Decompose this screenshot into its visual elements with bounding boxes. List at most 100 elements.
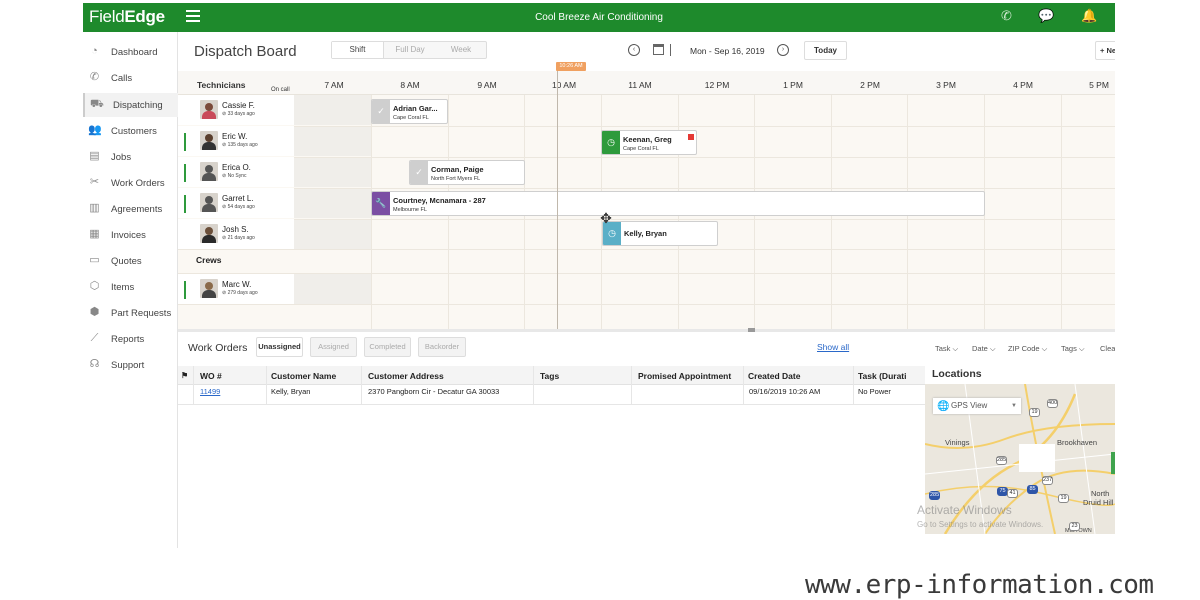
chat-icon[interactable]: 💬: [1038, 8, 1054, 24]
cell-task: No Power: [858, 387, 891, 396]
last-sync: ⊘ No Sync: [222, 173, 247, 179]
next-day-icon[interactable]: ›: [777, 44, 789, 56]
highway-shield: 85: [1027, 485, 1038, 494]
job-card-courtney[interactable]: 🔧 Courtney, Mcnamara - 287 Melbourne FL: [371, 191, 985, 216]
highway-shield: 41: [1007, 489, 1018, 498]
today-button[interactable]: Today: [804, 41, 847, 60]
job-location: Cape Coral FL: [393, 115, 429, 121]
technician-garret[interactable]: Garret L. ⊘ 54 days ago: [178, 188, 294, 218]
sidebar-item-quotes[interactable]: ▭ Quotes: [83, 249, 178, 273]
show-all-link[interactable]: Show all: [817, 342, 849, 352]
tab-assigned[interactable]: Assigned: [310, 337, 357, 357]
technician-eric[interactable]: Eric W. ⊘ 135 days ago: [178, 126, 294, 156]
filter-zip[interactable]: ZIP Code ⌵: [1008, 344, 1047, 354]
column-header[interactable]: Customer Address: [368, 371, 444, 381]
technicians-header: Technicians: [197, 80, 246, 90]
column-header[interactable]: Task (Durati: [858, 371, 907, 381]
column-header[interactable]: Customer Name: [271, 371, 336, 381]
avatar: [200, 193, 218, 212]
splitter-handle[interactable]: [748, 328, 755, 332]
filter-date[interactable]: Date ⌵: [972, 344, 996, 354]
bell-icon[interactable]: 🔔: [1081, 8, 1097, 24]
clear-filters[interactable]: Clea: [1100, 344, 1115, 353]
sidebar-item-agreements[interactable]: ▥ Agreements: [83, 197, 178, 221]
sidebar-item-support[interactable]: ☊ Support: [83, 353, 178, 377]
filter-tags[interactable]: Tags ⌵: [1061, 344, 1085, 354]
cell-customer-name: Kelly, Bryan: [271, 387, 311, 396]
view-toggle: Shift Full Day Week: [331, 41, 487, 59]
phone-icon[interactable]: ✆: [1001, 8, 1012, 24]
gps-view-dropdown[interactable]: 🌐 GPS View ▼: [933, 398, 1021, 414]
time-label: 4 PM: [1013, 80, 1033, 90]
column-divider: [193, 366, 194, 404]
job-card-adrian[interactable]: ✓ Adrian Gar... Cape Coral FL: [371, 99, 448, 124]
sidebar-item-customers[interactable]: 👥 Customers: [83, 119, 178, 143]
new-button[interactable]: + Ne: [1095, 41, 1115, 60]
job-card-kelly[interactable]: ◷ Kelly, Bryan: [602, 221, 718, 246]
grid-line: [178, 219, 1115, 220]
flag-icon: ⚑: [181, 371, 189, 380]
unavailable-block: [294, 126, 371, 156]
sidebar-item-jobs[interactable]: ▤ Jobs: [83, 145, 178, 169]
on-call-indicator: [184, 281, 186, 299]
column-header[interactable]: Tags: [540, 371, 559, 381]
technician-name: Cassie F.: [222, 101, 255, 110]
column-header[interactable]: Promised Appointment: [638, 371, 731, 381]
column-header[interactable]: Created Date: [748, 371, 800, 381]
on-call-indicator: [184, 133, 186, 151]
view-shift-button[interactable]: Shift: [332, 42, 384, 58]
grid-line: [178, 249, 1115, 250]
job-name: Keenan, Greg: [623, 135, 672, 144]
technician-erica[interactable]: Erica O. ⊘ No Sync: [178, 157, 294, 187]
calendar-icon[interactable]: [653, 44, 664, 55]
wo-number-link[interactable]: 11499: [200, 387, 220, 396]
sidebar-item-dispatching[interactable]: ⛟ Dispatching: [83, 93, 178, 117]
technician-cassie[interactable]: Cassie F. ⊘ 33 days ago: [178, 95, 294, 125]
sidebar-item-work-orders[interactable]: ✂ Work Orders: [83, 171, 178, 195]
technician-josh[interactable]: Josh S. ⊘ 21 days ago: [178, 219, 294, 249]
highway-shield: 19: [1029, 408, 1040, 417]
grid-line: [1061, 95, 1062, 329]
crew-marc[interactable]: Marc W. ⊘ 279 days ago: [178, 274, 294, 304]
last-sync: ⊘ 279 days ago: [222, 290, 258, 296]
quote-icon: ▭: [89, 254, 100, 266]
filter-task[interactable]: Task ⌵: [935, 344, 958, 354]
phone-icon: ✆: [89, 71, 100, 83]
column-divider: [533, 366, 534, 404]
previous-day-icon[interactable]: ‹: [628, 44, 640, 56]
technician-name: Josh S.: [222, 225, 249, 234]
job-card-corman[interactable]: ✓ Corman, Paige North Fort Myers FL: [409, 160, 525, 185]
move-cursor-icon: ✥: [600, 210, 612, 226]
check-icon: ✓: [372, 100, 390, 123]
job-name: Courtney, Mcnamara - 287: [393, 196, 486, 205]
sidebar-item-items[interactable]: ⬡ Items: [83, 275, 178, 299]
time-label: 1 PM: [783, 80, 803, 90]
time-label: 3 PM: [936, 80, 956, 90]
header-divider: [670, 44, 671, 56]
time-header: Technicians On call 7 AM 8 AM 9 AM 10 AM…: [178, 71, 1115, 95]
highway-shield: 285: [996, 456, 1007, 465]
tab-backorder[interactable]: Backorder: [418, 337, 466, 357]
locations-title: Locations: [932, 368, 982, 380]
highway-shield: 285: [929, 491, 940, 500]
tab-unassigned[interactable]: Unassigned: [256, 337, 303, 357]
column-divider: [266, 366, 267, 404]
sidebar-item-calls[interactable]: ✆ Calls: [83, 66, 178, 90]
tab-completed[interactable]: Completed: [364, 337, 411, 357]
column-header[interactable]: WO #: [200, 371, 222, 381]
panel-splitter[interactable]: [178, 329, 1115, 332]
job-location: Melbourne FL: [393, 207, 427, 213]
job-card-keenan[interactable]: ◷ Keenan, Greg Cape Coral FL: [601, 130, 697, 155]
view-full-day-button[interactable]: Full Day: [384, 42, 436, 58]
sidebar-item-dashboard[interactable]: ◔ Dashboard: [83, 40, 178, 64]
last-sync: ⊘ 33 days ago: [222, 111, 255, 117]
time-label: 5 PM: [1089, 80, 1109, 90]
sidebar-item-reports[interactable]: ⟋ Reports: [83, 327, 178, 351]
technician-name: Erica O.: [222, 163, 251, 172]
sidebar-item-invoices[interactable]: ▦ Invoices: [83, 223, 178, 247]
sidebar-item-part-requests[interactable]: ⬢ Part Requests: [83, 301, 178, 325]
view-week-button[interactable]: Week: [436, 42, 486, 58]
activate-windows-subtext: Go to Settings to activate Windows.: [917, 520, 1044, 529]
column-divider: [631, 366, 632, 404]
check-icon: ✓: [410, 161, 428, 184]
